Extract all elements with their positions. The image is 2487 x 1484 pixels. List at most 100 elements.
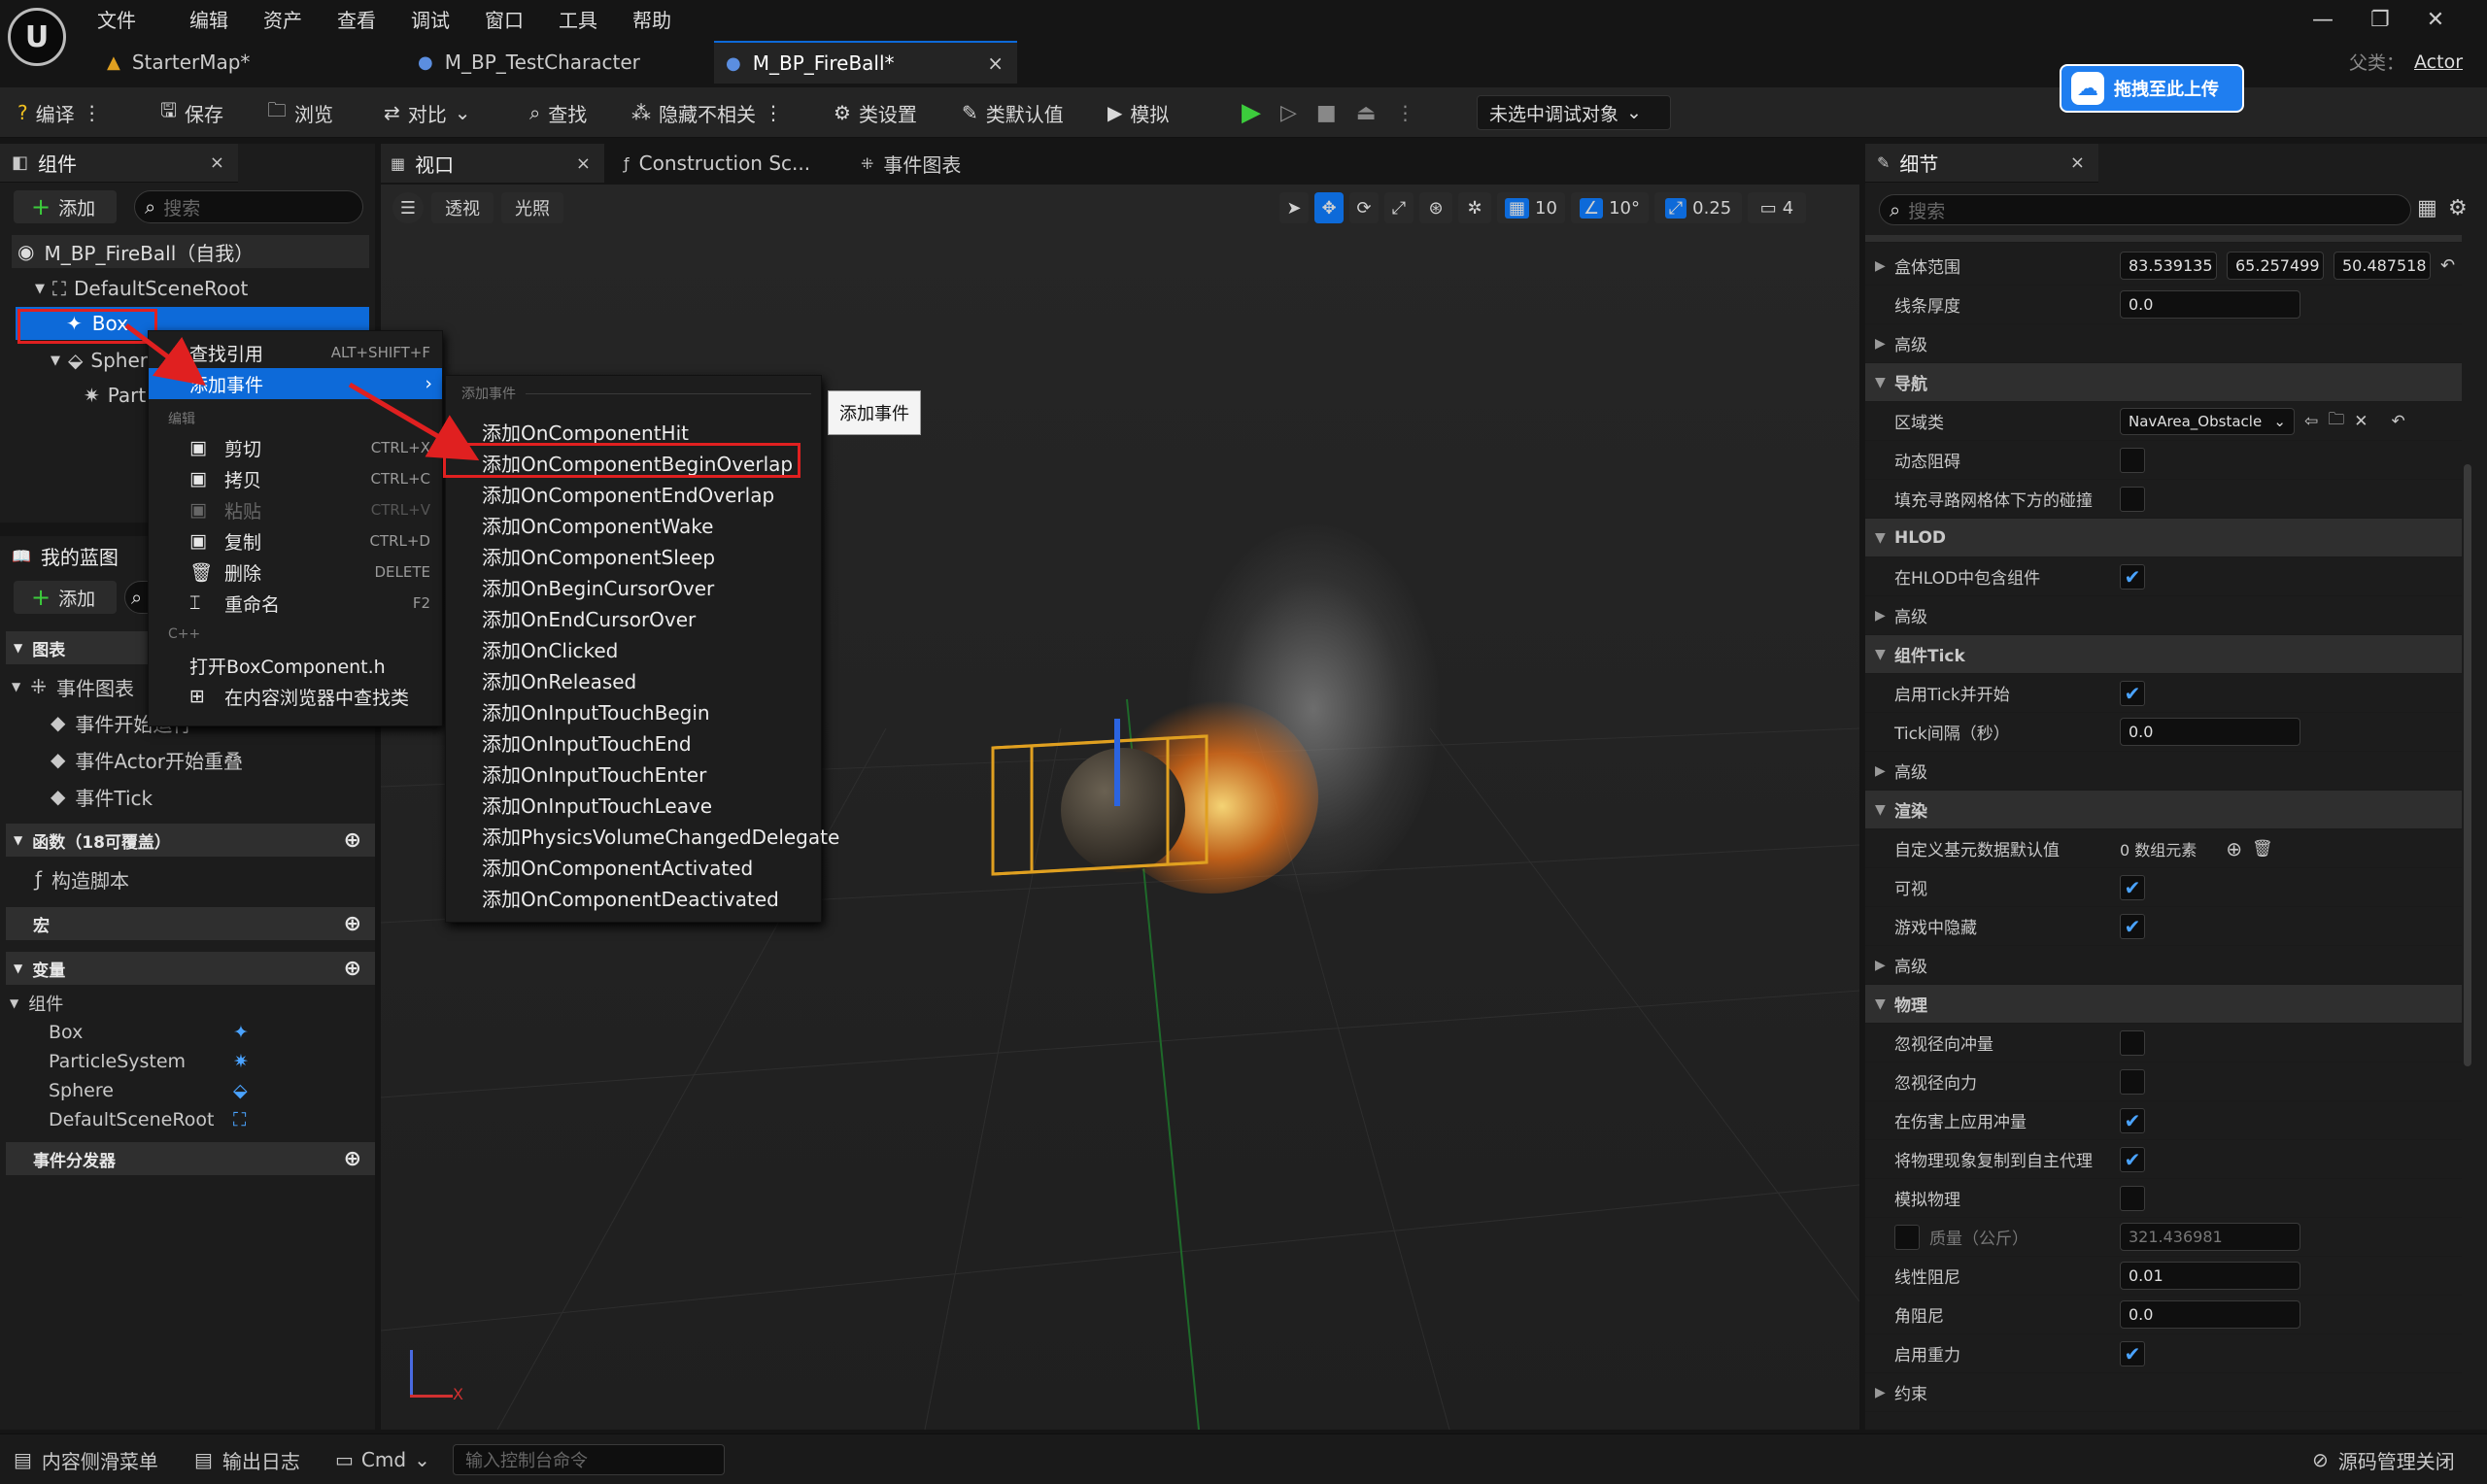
advanced-collapsed[interactable]: ▶ 高级 bbox=[1865, 752, 2462, 791]
variable-particlesystem[interactable]: ParticleSystem ✷ bbox=[49, 1047, 369, 1076]
upload-badge[interactable]: ☁ 拖拽至此上传 bbox=[2060, 64, 2244, 113]
translate-icon[interactable]: ✥ bbox=[1314, 192, 1344, 223]
advanced-collapsed[interactable]: ▶ 高级 bbox=[1865, 324, 2462, 363]
stop-icon[interactable]: ■ bbox=[1316, 101, 1337, 125]
menu-asset[interactable]: 资产 bbox=[263, 5, 337, 33]
submenu-item-13[interactable]: 添加PhysicsVolumeChangedDelegate bbox=[445, 818, 839, 849]
add-dispatcher-icon[interactable]: ⊕ bbox=[344, 1147, 361, 1171]
close-icon[interactable]: × bbox=[576, 153, 591, 174]
select-icon[interactable]: ➤ bbox=[1279, 192, 1309, 223]
simulate-button[interactable]: ▶ 模拟 bbox=[1107, 87, 1169, 138]
construction-script-item[interactable]: ƒ 构造脚本 bbox=[35, 862, 129, 895]
content-drawer-button[interactable]: ▤ 内容侧滑菜单 bbox=[14, 1434, 158, 1484]
menu-add-event[interactable]: 添加事件 › bbox=[149, 368, 442, 399]
tree-item-self[interactable]: ◉ M_BP_FireBall（自我） bbox=[12, 235, 369, 268]
rotate-icon[interactable]: ⟳ bbox=[1349, 192, 1379, 223]
components-search-input[interactable]: ⌕ 搜索 bbox=[134, 190, 363, 223]
tab-construction-script[interactable]: ƒ Construction Sc... bbox=[624, 144, 810, 183]
debug-target-select[interactable]: 未选中调试对象 ⌄ bbox=[1477, 95, 1671, 130]
eject-icon[interactable]: ⏏ bbox=[1356, 101, 1377, 125]
menu-help[interactable]: 帮助 bbox=[632, 5, 706, 33]
parent-class-link[interactable]: Actor bbox=[2414, 51, 2463, 73]
section-physics[interactable]: ▼ 物理 bbox=[1865, 985, 2462, 1024]
tab-fireball[interactable]: ● M_BP_FireBall* × bbox=[714, 41, 1017, 84]
event-graph-item[interactable]: ▼ ⁜ 事件图表 bbox=[12, 670, 134, 703]
details-scrollbar[interactable] bbox=[2464, 464, 2471, 1066]
play-icon[interactable]: ▶ bbox=[1242, 98, 1261, 127]
variable-sphere[interactable]: Sphere ⬙ bbox=[49, 1076, 369, 1105]
add-component-button[interactable]: + 添加 bbox=[14, 190, 117, 223]
mass-override-checkbox[interactable] bbox=[1894, 1224, 1920, 1250]
constraints-collapsed[interactable]: ▶ 约束 bbox=[1865, 1373, 2462, 1412]
menu-view[interactable]: 查看 bbox=[337, 5, 411, 33]
submenu-item-14[interactable]: 添加OnComponentActivated bbox=[445, 849, 822, 880]
tab-event-graph[interactable]: ⁜ 事件图表 bbox=[861, 144, 961, 183]
browse-icon[interactable]: 🗀 bbox=[2328, 407, 2344, 435]
variable-defaultsceneroot[interactable]: DefaultSceneRoot ⛶ bbox=[49, 1105, 369, 1134]
submenu-item-7[interactable]: 添加OnClicked bbox=[445, 631, 822, 662]
apply-impulse-damage-checkbox[interactable]: ✔ bbox=[2120, 1107, 2145, 1133]
angular-damping-field[interactable]: 0.0 bbox=[2120, 1300, 2300, 1329]
ignore-radial-impulse-checkbox[interactable] bbox=[2120, 1029, 2145, 1056]
lighting-button[interactable]: 光照 bbox=[501, 192, 563, 223]
tree-item-sphere[interactable]: ▼ ⬙ Spher bbox=[51, 344, 148, 377]
menu-file[interactable]: 文件 bbox=[97, 5, 189, 33]
add-macro-icon[interactable]: ⊕ bbox=[344, 912, 361, 936]
close-icon[interactable]: × bbox=[2070, 152, 2085, 173]
event-tick[interactable]: ◆ 事件Tick bbox=[51, 781, 153, 812]
use-selected-icon[interactable]: ⇦ bbox=[2304, 412, 2318, 431]
submenu-item-6[interactable]: 添加OnEndCursorOver bbox=[445, 600, 822, 631]
visible-checkbox[interactable]: ✔ bbox=[2120, 874, 2145, 900]
tab-testcharacter[interactable]: ● M_BP_TestCharacter bbox=[408, 41, 709, 84]
submenu-item-11[interactable]: 添加OnInputTouchEnter bbox=[445, 756, 822, 787]
box-collision-bounds[interactable] bbox=[983, 728, 1275, 923]
unreal-logo-icon[interactable]: U bbox=[8, 8, 66, 66]
submenu-item-2[interactable]: 添加OnComponentEndOverlap bbox=[445, 476, 822, 507]
advanced-collapsed[interactable]: ▶ 高级 bbox=[1865, 946, 2462, 985]
gear-icon[interactable]: ⚙ bbox=[2448, 196, 2468, 220]
world-local-icon[interactable]: ⊛ bbox=[1419, 192, 1452, 223]
section-variables[interactable]: ▼ 变量 ⊕ bbox=[6, 952, 375, 985]
simulate-physics-checkbox[interactable] bbox=[2120, 1185, 2145, 1211]
tab-viewport[interactable]: ▦ 视口 × bbox=[381, 144, 604, 183]
scale-icon[interactable]: ⤢ bbox=[1384, 192, 1414, 223]
enable-gravity-checkbox[interactable]: ✔ bbox=[2120, 1340, 2145, 1366]
add-function-icon[interactable]: ⊕ bbox=[344, 828, 361, 853]
menu-find-references[interactable]: 查找引用 ALT+SHIFT+F bbox=[149, 337, 442, 368]
hidden-in-game-checkbox[interactable]: ✔ bbox=[2120, 913, 2145, 939]
class-settings-button[interactable]: ⚙ 类设置 bbox=[834, 87, 917, 138]
menu-cut[interactable]: ▣ 剪切 CTRL+X bbox=[149, 432, 442, 463]
close-icon[interactable]: × bbox=[210, 152, 224, 173]
section-component-tick[interactable]: ▼ 组件Tick bbox=[1865, 635, 2462, 674]
section-functions[interactable]: ▼ 函数（18可覆盖） ⊕ bbox=[6, 824, 375, 857]
add-element-icon[interactable]: ⊕ bbox=[2226, 837, 2242, 860]
submenu-item-8[interactable]: 添加OnReleased bbox=[445, 662, 822, 693]
menu-copy[interactable]: ▣ 拷贝 CTRL+C bbox=[149, 463, 442, 494]
camera-speed-button[interactable]: ▭ 4 bbox=[1748, 192, 1806, 223]
cmd-select[interactable]: ▭ Cmd ⌄ bbox=[335, 1434, 430, 1484]
rotation-snap-toggle[interactable]: ∠ 10° bbox=[1571, 192, 1649, 223]
class-defaults-button[interactable]: ✎ 类默认值 bbox=[962, 87, 1064, 138]
menu-tools[interactable]: 工具 bbox=[559, 5, 632, 33]
submenu-item-3[interactable]: 添加OnComponentWake bbox=[445, 507, 822, 538]
menu-edit[interactable]: 编辑 bbox=[189, 5, 263, 33]
event-actor-begin-overlap[interactable]: ◆ 事件Actor开始重叠 bbox=[51, 744, 243, 775]
menu-duplicate[interactable]: ▣ 复制 CTRL+D bbox=[149, 525, 442, 556]
tick-interval-field[interactable]: 0.0 bbox=[2120, 718, 2300, 746]
trash-icon[interactable]: 🗑 bbox=[2252, 839, 2273, 859]
extent-z-field[interactable]: 50.487518 bbox=[2334, 252, 2431, 280]
tick-start-checkbox[interactable]: ✔ bbox=[2120, 680, 2145, 706]
menu-delete[interactable]: 🗑 删除 DELETE bbox=[149, 556, 442, 588]
variables-components-group[interactable]: ▼ 组件 bbox=[10, 989, 63, 1018]
section-dispatchers[interactable]: 事件分发器 ⊕ bbox=[6, 1142, 375, 1175]
advanced-collapsed[interactable]: ▶ 高级 bbox=[1865, 596, 2462, 635]
close-icon[interactable]: × bbox=[987, 51, 1004, 75]
menu-open-header[interactable]: 打开BoxComponent.h bbox=[149, 650, 442, 681]
table-view-icon[interactable]: ▦ bbox=[2417, 196, 2437, 220]
section-hlod[interactable]: ▼ HLOD bbox=[1865, 519, 2462, 557]
submenu-item-9[interactable]: 添加OnInputTouchBegin bbox=[445, 693, 822, 725]
reset-icon[interactable]: ↶ bbox=[2440, 255, 2455, 276]
clear-icon[interactable]: ✕ bbox=[2354, 412, 2368, 431]
step-icon[interactable]: ▷ bbox=[1280, 101, 1297, 125]
tree-item-defaultsceneroot[interactable]: ▼ ⛶ DefaultSceneRoot bbox=[35, 272, 248, 305]
